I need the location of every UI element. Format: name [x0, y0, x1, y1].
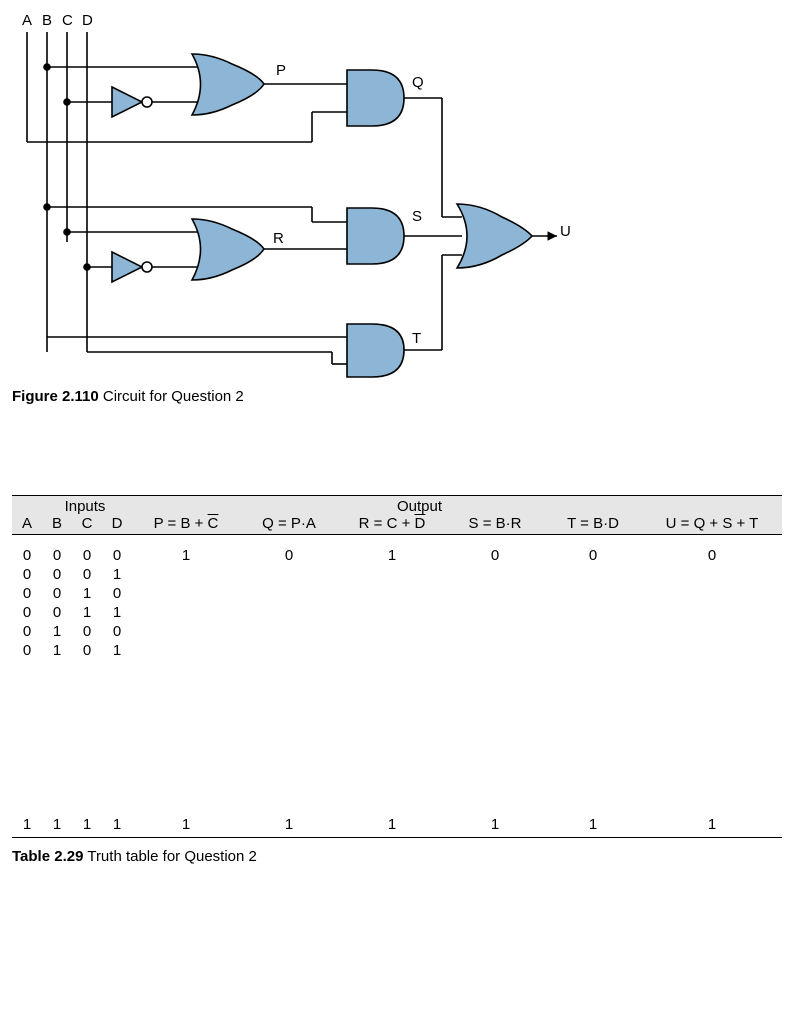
figure-caption: Figure 2.110 Circuit for Question 2	[12, 388, 810, 405]
th-group-inputs: Inputs	[12, 496, 132, 516]
th-q: Q = P·A	[240, 515, 338, 535]
th-p: P = B + C	[132, 515, 240, 535]
signal-u: U	[560, 223, 571, 240]
th-s: S = B·R	[446, 515, 544, 535]
signal-r: R	[273, 230, 284, 247]
th-u: U = Q + S + T	[642, 515, 782, 535]
table-row: 0001	[12, 565, 782, 584]
table-row: 0010	[12, 584, 782, 603]
table-spacer	[12, 660, 782, 812]
table-row: 0100	[12, 622, 782, 641]
table-row: 0000101000	[12, 535, 782, 566]
th-group-output: Output	[338, 496, 446, 516]
table-caption: Table 2.29 Truth table for Question 2	[12, 848, 810, 865]
signal-p: P	[276, 62, 286, 79]
truth-table: Inputs Output A B C D P = B + C Q = P·A …	[12, 495, 782, 838]
input-label-c: C	[62, 12, 73, 29]
signal-s: S	[412, 208, 422, 225]
input-label-a: A	[22, 12, 32, 29]
table-row: 0011	[12, 603, 782, 622]
th-r: R = C + D	[338, 515, 446, 535]
input-label-d: D	[82, 12, 93, 29]
circuit-diagram: A B C D P Q R S T U	[12, 12, 572, 382]
signal-t: T	[412, 330, 421, 347]
th-c: C	[72, 515, 102, 535]
th-t: T = B·D	[544, 515, 642, 535]
table-row: 0101	[12, 641, 782, 660]
th-b: B	[42, 515, 72, 535]
signal-q: Q	[412, 74, 424, 91]
circuit-svg	[12, 12, 572, 382]
th-a: A	[12, 515, 42, 535]
th-d: D	[102, 515, 132, 535]
input-label-b: B	[42, 12, 52, 29]
table-row: 1111111111	[12, 812, 782, 838]
